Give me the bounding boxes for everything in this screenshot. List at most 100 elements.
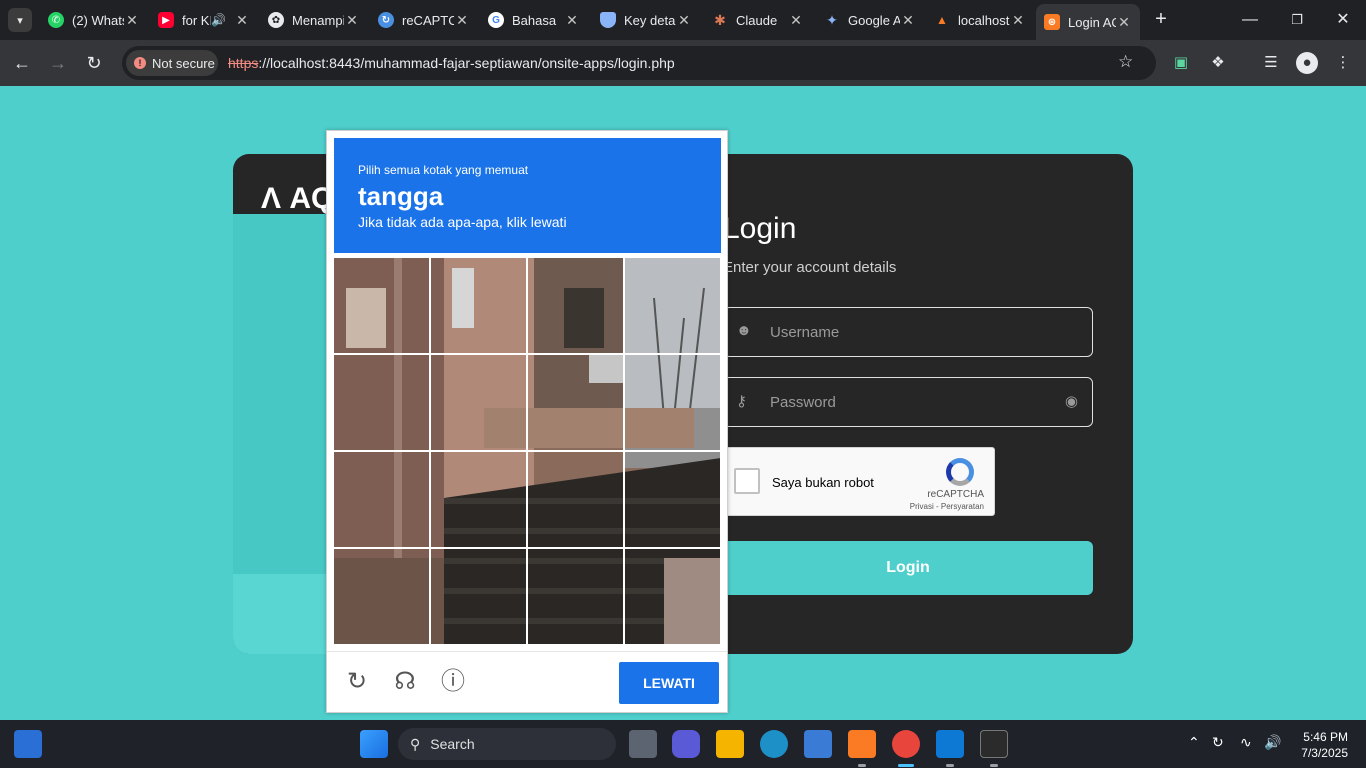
close-tab-icon[interactable]: ✕ <box>564 12 580 29</box>
tile-photo <box>625 452 720 547</box>
close-tab-icon[interactable]: ✕ <box>788 12 804 29</box>
challenge-tile-6[interactable] <box>431 355 526 450</box>
challenge-tile-14[interactable] <box>431 549 526 644</box>
tab-localhost[interactable]: ▲ localhost ✕ <box>926 6 1034 34</box>
close-tab-icon[interactable]: ✕ <box>124 12 140 29</box>
back-button[interactable]: ← <box>10 51 34 75</box>
extensions-puzzle-icon[interactable]: ❖ <box>1207 52 1229 74</box>
tab-youtube[interactable]: ▶ for KING 🔊 ✕ <box>150 6 258 34</box>
url-text[interactable]: https://localhost:8443/muhammad-fajar-se… <box>228 55 675 71</box>
tab-claude[interactable]: ✱ Claude ✕ <box>704 6 812 34</box>
forward-button[interactable]: → <box>46 51 70 75</box>
password-field[interactable]: ⚷ Password ◉ <box>723 377 1093 427</box>
audio-challenge-icon[interactable]: ☊ <box>391 668 419 696</box>
username-field[interactable]: ☻ Username <box>723 307 1093 357</box>
challenge-tile-16[interactable] <box>625 549 720 644</box>
youtube-icon: ▶ <box>158 12 174 28</box>
close-tab-icon[interactable]: ✕ <box>676 12 692 29</box>
running-indicator <box>946 764 954 767</box>
tile-photo <box>625 258 720 353</box>
tab-google-ai[interactable]: ✦ Google AI ✕ <box>816 6 924 34</box>
file-explorer-icon[interactable] <box>716 730 744 758</box>
terminal-icon[interactable] <box>980 730 1008 758</box>
profile-avatar[interactable]: ● <box>1296 52 1318 74</box>
tab-chatgpt[interactable]: ✿ Menampilkan ✕ <box>260 6 368 34</box>
challenge-tile-15[interactable] <box>528 549 623 644</box>
challenge-tile-2[interactable] <box>431 258 526 353</box>
tab-key-details[interactable]: Key details ✕ <box>592 6 700 34</box>
challenge-tile-3[interactable] <box>528 258 623 353</box>
bookmark-star-icon[interactable]: ☆ <box>1118 52 1133 72</box>
extension-shield-icon[interactable]: ▣ <box>1170 52 1192 74</box>
challenge-tile-10[interactable] <box>431 452 526 547</box>
address-bar[interactable]: ! Not secure https://localhost:8443/muha… <box>122 46 1156 80</box>
wifi-icon[interactable]: ∿ <box>1240 734 1252 751</box>
whatsapp-icon: ✆ <box>48 12 64 28</box>
challenge-instruction: Pilih semua kotak yang memuat <box>358 163 529 177</box>
sync-icon[interactable]: ↻ <box>1212 734 1224 751</box>
taskbar-search[interactable]: ⚲ Search <box>398 728 616 760</box>
browser-toolbar: ← → ↻ ! Not secure https://localhost:844… <box>0 40 1366 86</box>
tab-bahasa[interactable]: G Bahasa ✕ <box>480 6 588 34</box>
info-icon[interactable]: ⓘ <box>439 668 467 696</box>
challenge-tile-7[interactable] <box>528 355 623 450</box>
close-tab-icon[interactable]: ✕ <box>454 12 470 29</box>
chrome-icon[interactable] <box>892 730 920 758</box>
close-window-button[interactable]: ✕ <box>1331 8 1355 32</box>
reload-button[interactable]: ↻ <box>82 51 106 75</box>
menu-kebab-icon[interactable]: ⋮ <box>1332 52 1354 74</box>
system-clock[interactable]: 5:46 PM 7/3/2025 <box>1296 729 1348 761</box>
xampp-taskbar-icon[interactable] <box>848 730 876 758</box>
challenge-tile-12[interactable] <box>625 452 720 547</box>
challenge-tile-4[interactable] <box>625 258 720 353</box>
tab-strip: ▾ ✆ (2) WhatsApp ✕ ▶ for KING 🔊 ✕ ✿ Mena… <box>0 0 1366 40</box>
challenge-tile-13[interactable] <box>334 549 429 644</box>
store-icon[interactable] <box>804 730 832 758</box>
clock-time: 5:46 PM <box>1303 730 1348 744</box>
new-tab-button[interactable]: + <box>1150 8 1172 30</box>
security-chip[interactable]: ! Not secure <box>126 50 218 76</box>
vscode-icon[interactable] <box>936 730 964 758</box>
reload-challenge-icon[interactable]: ↻ <box>343 668 371 696</box>
tab-recaptcha[interactable]: ↻ reCAPTCHA ✕ <box>370 6 478 34</box>
tab-login-active[interactable]: ⊛ Login AQ ✕ <box>1036 4 1140 40</box>
shield-icon <box>600 12 616 28</box>
challenge-tile-8[interactable] <box>625 355 720 450</box>
close-tab-icon[interactable]: ✕ <box>1010 12 1026 29</box>
edge-icon[interactable] <box>760 730 788 758</box>
challenge-tile-1[interactable] <box>334 258 429 353</box>
tile-photo <box>528 549 623 644</box>
challenge-tile-5[interactable] <box>334 355 429 450</box>
close-tab-icon[interactable]: ✕ <box>1116 14 1132 31</box>
page-title: Login <box>723 212 797 245</box>
start-windows-icon[interactable] <box>360 730 388 758</box>
recaptcha-privacy-links[interactable]: Privasi - Persyaratan <box>910 502 984 511</box>
widgets-icon[interactable] <box>14 730 42 758</box>
search-icon: ⚲ <box>410 735 421 752</box>
close-tab-icon[interactable]: ✕ <box>344 12 360 29</box>
recaptcha-checkbox[interactable] <box>734 468 760 494</box>
skip-button[interactable]: LEWATI <box>619 662 719 704</box>
speaker-icon[interactable]: 🔊 <box>211 13 226 27</box>
close-tab-icon[interactable]: ✕ <box>234 12 250 29</box>
challenge-tile-9[interactable] <box>334 452 429 547</box>
minimize-button[interactable]: — <box>1238 8 1262 32</box>
tab-search-button[interactable]: ▾ <box>8 8 32 32</box>
teams-icon[interactable] <box>672 730 700 758</box>
task-view-icon[interactable] <box>629 730 657 758</box>
login-button[interactable]: Login <box>723 541 1093 595</box>
running-indicator <box>990 764 998 767</box>
chatgpt-icon: ✿ <box>268 12 284 28</box>
challenge-tile-11[interactable] <box>528 452 623 547</box>
google-icon: G <box>488 12 504 28</box>
challenge-image-grid <box>334 258 721 645</box>
volume-icon[interactable]: 🔊 <box>1264 734 1281 751</box>
eye-off-icon[interactable]: ◉ <box>1065 392 1078 410</box>
close-tab-icon[interactable]: ✕ <box>900 12 916 29</box>
tile-photo <box>625 355 720 450</box>
chevron-up-icon[interactable]: ⌃ <box>1188 734 1200 751</box>
tile-photo <box>625 549 720 644</box>
media-control-icon[interactable]: ☰ <box>1260 52 1282 74</box>
tab-whatsapp[interactable]: ✆ (2) WhatsApp ✕ <box>40 6 148 34</box>
restore-button[interactable]: ❐ <box>1285 8 1309 32</box>
